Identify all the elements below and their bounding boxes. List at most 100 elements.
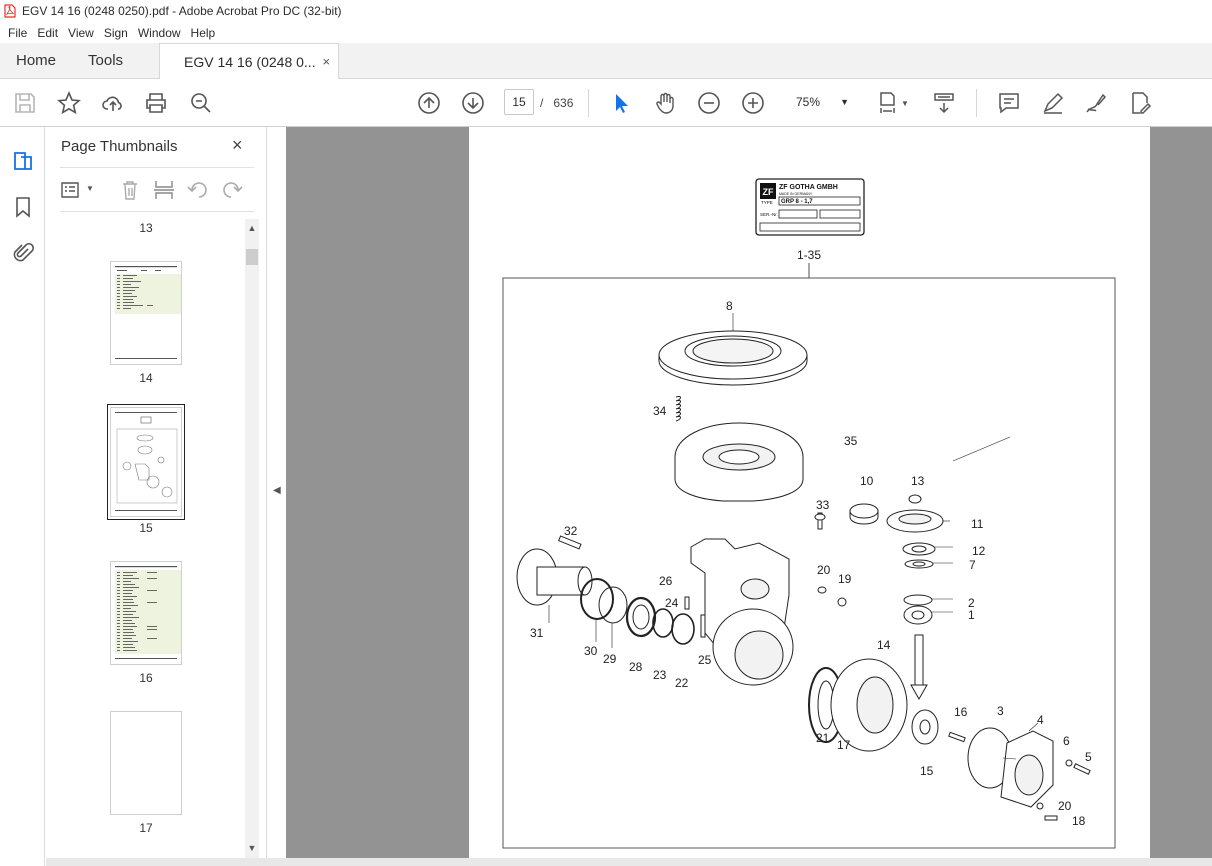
highlight-pen-icon[interactable] [1040,90,1066,116]
thumbnail-content [115,566,181,659]
page-number-input[interactable]: 15 [504,89,534,115]
scrollbar-thumb[interactable] [246,249,258,265]
delete-pages-icon[interactable] [118,179,142,201]
pdf-page: ZF ZF GOTHA GMBH MADE IN GERMANY TYPE GR… [469,127,1150,866]
callout-18: 18 [1072,814,1086,828]
attachment-icon[interactable] [11,241,35,265]
callout-33: 33 [816,498,830,512]
callout-7: 7 [969,558,976,572]
part-14-pinion-shaft [910,634,928,701]
star-icon[interactable] [56,90,82,116]
rotate-cw-icon[interactable] [220,179,244,201]
print-icon[interactable] [143,90,169,116]
menu-file[interactable]: File [3,26,32,40]
chevron-down-icon[interactable]: ▼ [86,184,94,193]
svg-text:GRP 8 - 1,7: GRP 8 - 1,7 [781,199,813,205]
horizontal-scrollbar[interactable] [46,858,1212,866]
callout-35: 35 [844,434,858,448]
thumbnail-label-13: 13 [139,221,153,235]
callout-20: 20 [1058,799,1072,813]
zoom-select[interactable]: 75% ▼ [785,89,855,115]
menu-view[interactable]: View [63,26,99,40]
svg-text:ZF: ZF [763,187,774,197]
zoom-out-icon[interactable] [696,90,722,116]
part-6-washer [1065,759,1073,767]
thumbnail-options-icon[interactable] [60,179,84,201]
close-panel-icon[interactable]: × [232,135,243,156]
part-35-housing-cover [674,422,804,502]
callout-20: 20 [817,563,831,577]
part-34-spring [675,396,681,422]
part-28-bearing [625,596,657,638]
tab-bar: Home Tools EGV 14 16 (0248 0... × [0,43,1212,79]
part-10-pinion [849,503,879,525]
toolbar [0,79,1212,127]
left-rail [0,127,45,866]
callout-25: 25 [698,653,712,667]
page-thumbnails-icon[interactable] [11,149,35,173]
panel-title: Page Thumbnails [61,138,178,155]
part-24-bolt [684,596,690,610]
thumbnail-page-17[interactable] [110,711,182,815]
comment-icon[interactable] [996,90,1022,116]
thumbnail-label-17: 17 [139,821,153,835]
menu-sign[interactable]: Sign [99,26,133,40]
menu-window[interactable]: Window [133,26,186,40]
thumbnail-label-16: 16 [139,671,153,685]
part-20b-washer [1036,802,1044,810]
draw-freeform-icon[interactable] [1083,90,1109,116]
thumbnail-label-14: 14 [139,371,153,385]
part-11-crown-gear [886,509,944,533]
scroll-up-icon[interactable]: ▲ [245,223,259,233]
svg-text:MADE IN GERMANY: MADE IN GERMANY [779,192,813,196]
find-icon[interactable] [188,90,214,116]
thumbnail-content [115,266,181,359]
part-19-nut [837,597,847,607]
part-1-bearing [903,605,933,625]
tab-document[interactable]: EGV 14 16 (0248 0... × [159,43,340,79]
callout-5: 5 [1085,750,1092,764]
previous-page-icon[interactable] [416,90,442,116]
select-cursor-icon[interactable] [608,90,634,116]
insert-pages-icon[interactable] [152,179,176,201]
page-fit-dropdown-icon[interactable]: ▼ [898,90,912,116]
chevron-down-icon: ▼ [840,97,849,107]
next-page-icon[interactable] [460,90,486,116]
thumbnail-label-15: 15 [139,521,153,535]
svg-text:SER.-Nr.: SER.-Nr. [760,212,778,217]
tab-document-label: EGV 14 16 (0248 0... [184,53,316,70]
thumbnail-page-14[interactable] [110,261,182,365]
callout-34: 34 [653,404,667,418]
zf-nameplate: ZF ZF GOTHA GMBH MADE IN GERMANY TYPE GR… [755,178,865,236]
window-title: EGV 14 16 (0248 0250).pdf - Adobe Acroba… [22,4,342,18]
callout-19: 19 [838,572,852,586]
callout-11: 11 [971,517,984,531]
close-tab-icon[interactable]: × [322,54,330,69]
callout-32: 32 [564,524,578,538]
collapse-panel-icon[interactable]: ◀ [273,485,281,496]
callout-13: 13 [911,474,925,488]
rotate-ccw-icon[interactable] [186,179,210,201]
zoom-in-icon[interactable] [740,90,766,116]
thumbnail-scrollbar[interactable]: ▲ ▼ [245,219,259,859]
exploded-parts-drawing: ZF ZF GOTHA GMBH MADE IN GERMANY TYPE GR… [502,178,1116,849]
upload-cloud-icon[interactable] [100,90,126,116]
panel-splitter[interactable]: ◀ [266,127,286,866]
tab-home[interactable]: Home [0,43,72,78]
hand-tool-icon[interactable] [652,90,678,116]
menu-edit[interactable]: Edit [32,26,63,40]
tab-tools[interactable]: Tools [72,43,139,78]
svg-text:TYPE: TYPE [761,200,773,205]
menu-help[interactable]: Help [186,26,221,40]
thumbnails-panel: Page Thumbnails × ▼ 13 14 15 16 17 ▲ ▼ [46,127,266,866]
save-icon[interactable] [12,90,38,116]
edit-pdf-icon[interactable] [1127,90,1153,116]
bookmark-icon[interactable] [11,195,35,219]
part-16-bolt [948,731,966,743]
thumbnail-page-15[interactable] [107,404,185,520]
svg-text:ZF GOTHA GMBH: ZF GOTHA GMBH [779,184,838,191]
scroll-mode-icon[interactable] [931,90,957,116]
scroll-down-icon[interactable]: ▼ [245,843,259,853]
document-viewer[interactable]: ZF ZF GOTHA GMBH MADE IN GERMANY TYPE GR… [286,127,1212,866]
thumbnail-page-16[interactable] [110,561,182,665]
